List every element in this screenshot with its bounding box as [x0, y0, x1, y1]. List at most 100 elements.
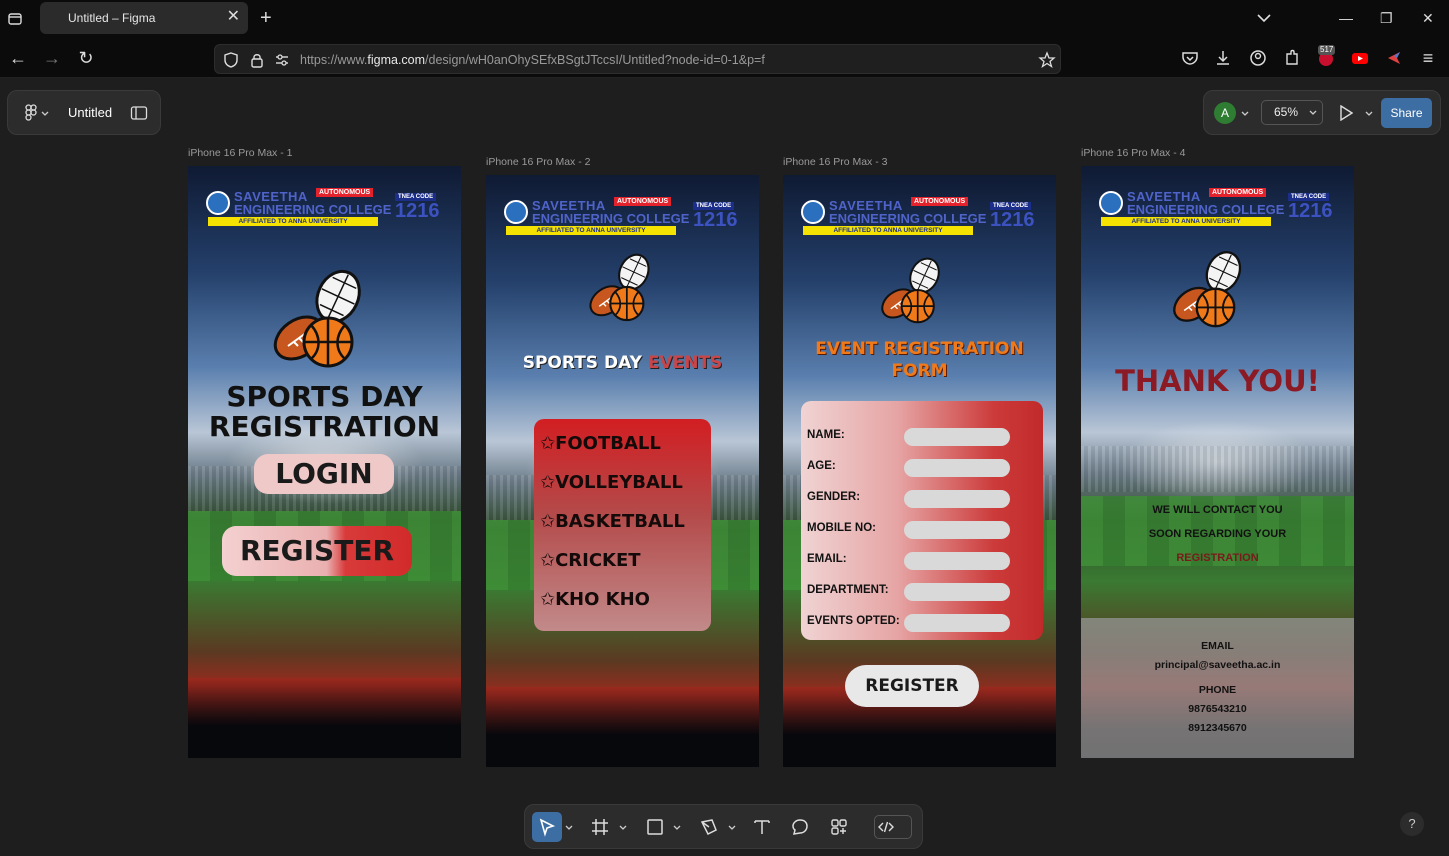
account-icon[interactable] — [1248, 48, 1268, 68]
frame-label[interactable]: iPhone 16 Pro Max - 4 — [1081, 147, 1185, 159]
events-title: SPORTS DAY EVENTS — [522, 353, 723, 373]
address-bar[interactable]: https://www.figma.com/design/wH0anOhySEf… — [214, 44, 1061, 74]
rectangle-tool-icon[interactable] — [644, 816, 666, 838]
menu-icon[interactable]: ≡ — [1418, 48, 1438, 68]
event-item[interactable]: ✩KHO KHO — [540, 589, 650, 610]
department-field[interactable] — [904, 583, 1010, 601]
close-window-icon[interactable]: ✕ — [1422, 10, 1434, 27]
shield-icon[interactable] — [222, 51, 240, 69]
form-label: NAME: — [807, 429, 845, 441]
extension-badge: 517 — [1318, 45, 1336, 55]
form-label: DEPARTMENT: — [807, 584, 889, 596]
chevron-down-icon[interactable] — [1365, 111, 1373, 117]
frame-tool-icon[interactable] — [589, 816, 611, 838]
zoom-value: 65% — [1274, 105, 1299, 119]
tab-list-icon[interactable] — [4, 8, 26, 30]
frame-thank-you[interactable]: SAVEETHA ENGINEERING COLLEGE AUTONOMOUS … — [1081, 166, 1354, 758]
figma-logo-icon[interactable] — [22, 104, 40, 122]
extensions-icon[interactable] — [1282, 48, 1302, 68]
balls-slot — [584, 251, 660, 327]
college-name-line2: ENGINEERING COLLEGE — [532, 211, 690, 226]
college-emblem-icon — [504, 200, 528, 224]
sidebar-toggle-icon[interactable] — [130, 105, 148, 121]
events-opted-field[interactable] — [904, 614, 1010, 632]
lock-icon[interactable] — [248, 51, 266, 69]
chevron-down-icon[interactable] — [41, 111, 49, 117]
frame-label[interactable]: iPhone 16 Pro Max - 3 — [783, 156, 887, 168]
college-name-line2: ENGINEERING COLLEGE — [829, 211, 987, 226]
restore-icon[interactable]: ❐ — [1380, 10, 1393, 27]
chevron-down-icon[interactable] — [673, 816, 681, 838]
pocket-icon[interactable] — [1180, 48, 1200, 68]
affiliation-banner: AFFILIATED TO ANNA UNIVERSITY — [803, 226, 973, 235]
code-icon — [878, 821, 894, 833]
form-label: EVENTS OPTED: — [807, 615, 900, 627]
register-button[interactable]: REGISTER — [222, 526, 412, 576]
file-name[interactable]: Untitled — [68, 105, 112, 120]
share-button[interactable]: Share — [1381, 98, 1432, 128]
move-tool-icon[interactable] — [536, 816, 558, 838]
thank-you-title: THANK YOU! — [1115, 364, 1320, 398]
tab-title: Untitled – Figma — [68, 11, 156, 25]
event-item[interactable]: ✩BASKETBALL — [540, 511, 685, 532]
form-title-line1: EVENT REGISTRATION — [815, 339, 1024, 359]
name-field[interactable] — [904, 428, 1010, 446]
autonomous-badge: AUTONOMOUS — [1209, 188, 1267, 197]
tnea-code: 1216 — [395, 200, 440, 222]
comment-tool-icon[interactable] — [789, 816, 811, 838]
email-value: principal@saveetha.ac.in — [1154, 659, 1281, 671]
college-logo: SAVEETHA ENGINEERING COLLEGE AUTONOMOUS … — [1099, 188, 1339, 230]
autonomous-badge: AUTONOMOUS — [911, 197, 969, 206]
chevron-down-icon[interactable] — [728, 816, 736, 838]
youtube-icon[interactable] — [1350, 48, 1370, 68]
frame-label[interactable]: iPhone 16 Pro Max - 1 — [188, 147, 292, 159]
figma-toolbar — [524, 804, 923, 849]
reload-icon[interactable]: ↻ — [76, 48, 96, 68]
chevron-down-icon[interactable] — [1241, 111, 1249, 117]
title-line1: SPORTS DAY — [226, 380, 423, 413]
zoom-dropdown[interactable]: 65% — [1261, 100, 1323, 125]
register-button[interactable]: REGISTER — [845, 665, 979, 707]
new-tab-icon[interactable]: + — [260, 8, 272, 28]
bookmark-star-icon[interactable] — [1038, 51, 1056, 69]
chevron-down-icon[interactable] — [565, 816, 573, 838]
close-tab-icon[interactable]: ✕ — [227, 8, 240, 26]
form-title-line2: FORM — [891, 361, 948, 381]
back-arrow-icon[interactable]: ← — [8, 48, 28, 68]
gender-field[interactable] — [904, 490, 1010, 508]
help-button[interactable]: ? — [1400, 812, 1424, 836]
frame-login[interactable]: SAVEETHA ENGINEERING COLLEGE AUTONOMOUS … — [188, 166, 461, 758]
phone-label: PHONE — [1198, 684, 1237, 696]
actions-tool-icon[interactable] — [828, 816, 850, 838]
event-item[interactable]: ✩FOOTBALL — [540, 433, 661, 454]
frame-events[interactable]: SAVEETHA ENGINEERING COLLEGE AUTONOMOUS … — [486, 175, 759, 767]
browser-tab-bar: Untitled – Figma ✕ + — ❐ ✕ — [0, 0, 1449, 38]
event-item[interactable]: ✩VOLLEYBALL — [540, 472, 683, 493]
frame-registration-form[interactable]: SAVEETHA ENGINEERING COLLEGE AUTONOMOUS … — [783, 175, 1056, 767]
tnea-code: 1216 — [990, 209, 1035, 231]
pen-tool-icon[interactable] — [698, 816, 720, 838]
avatar[interactable]: A — [1214, 102, 1236, 124]
phone-value: 8912345670 — [1188, 722, 1247, 734]
college-logo: SAVEETHA ENGINEERING COLLEGE AUTONOMOUS … — [504, 197, 744, 239]
extension-flag-icon[interactable] — [1384, 48, 1404, 68]
college-logo: SAVEETHA ENGINEERING COLLEGE AUTONOMOUS … — [206, 188, 446, 230]
mobile-field[interactable] — [904, 521, 1010, 539]
browser-tab[interactable]: Untitled – Figma ✕ — [40, 2, 248, 34]
tab-overflow-chevron-icon[interactable] — [1257, 10, 1271, 26]
age-field[interactable] — [904, 459, 1010, 477]
minimize-icon[interactable]: — — [1339, 10, 1353, 26]
dev-mode-toggle[interactable] — [874, 815, 912, 839]
frame-label[interactable]: iPhone 16 Pro Max - 2 — [486, 156, 590, 168]
email-field[interactable] — [904, 552, 1010, 570]
chevron-down-icon[interactable] — [619, 816, 627, 838]
text-tool-icon[interactable] — [751, 816, 773, 838]
download-icon[interactable] — [1213, 48, 1233, 68]
event-item[interactable]: ✩CRICKET — [540, 550, 641, 571]
tnea-code: 1216 — [693, 209, 738, 231]
login-button[interactable]: LOGIN — [254, 454, 394, 494]
url-text: https://www.figma.com/design/wH0anOhySEf… — [300, 53, 765, 67]
present-play-icon[interactable] — [1339, 105, 1353, 121]
site-permissions-icon[interactable] — [273, 51, 291, 69]
forward-arrow-icon[interactable]: → — [42, 48, 62, 68]
